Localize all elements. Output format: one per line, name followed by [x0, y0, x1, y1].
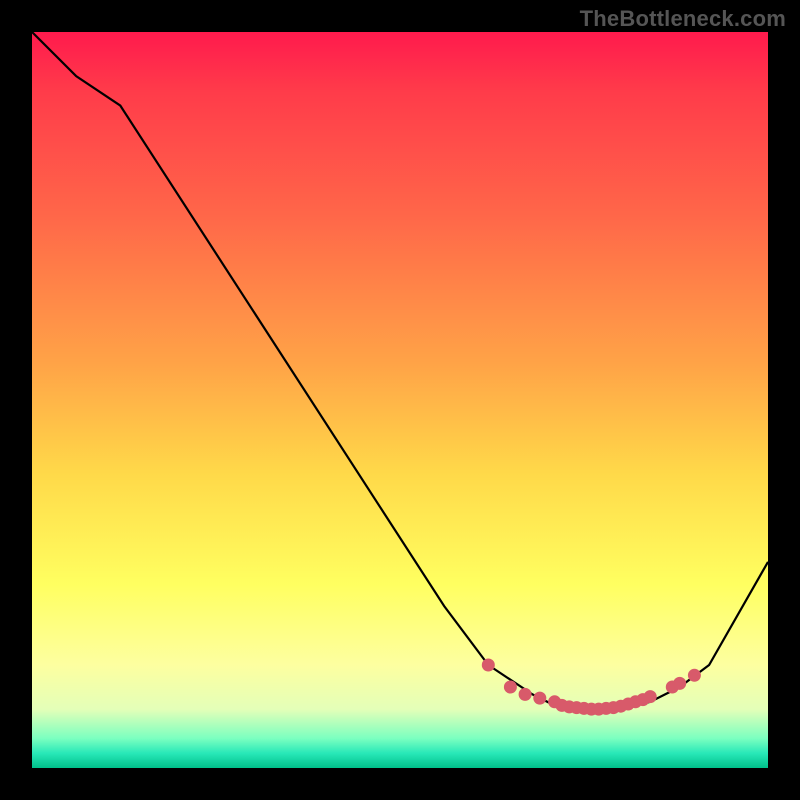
- chart-container: TheBottleneck.com: [0, 0, 800, 800]
- curve-line: [32, 32, 768, 709]
- marker-dot: [482, 659, 495, 672]
- plot-area: [32, 32, 768, 768]
- chart-svg: [32, 32, 768, 768]
- marker-dot: [688, 669, 701, 682]
- marker-dot: [673, 677, 686, 690]
- watermark-text: TheBottleneck.com: [580, 6, 786, 32]
- marker-dot: [644, 690, 657, 703]
- marker-dot: [504, 681, 517, 694]
- marker-dot: [533, 692, 546, 705]
- highlight-markers: [482, 659, 701, 716]
- marker-dot: [519, 688, 532, 701]
